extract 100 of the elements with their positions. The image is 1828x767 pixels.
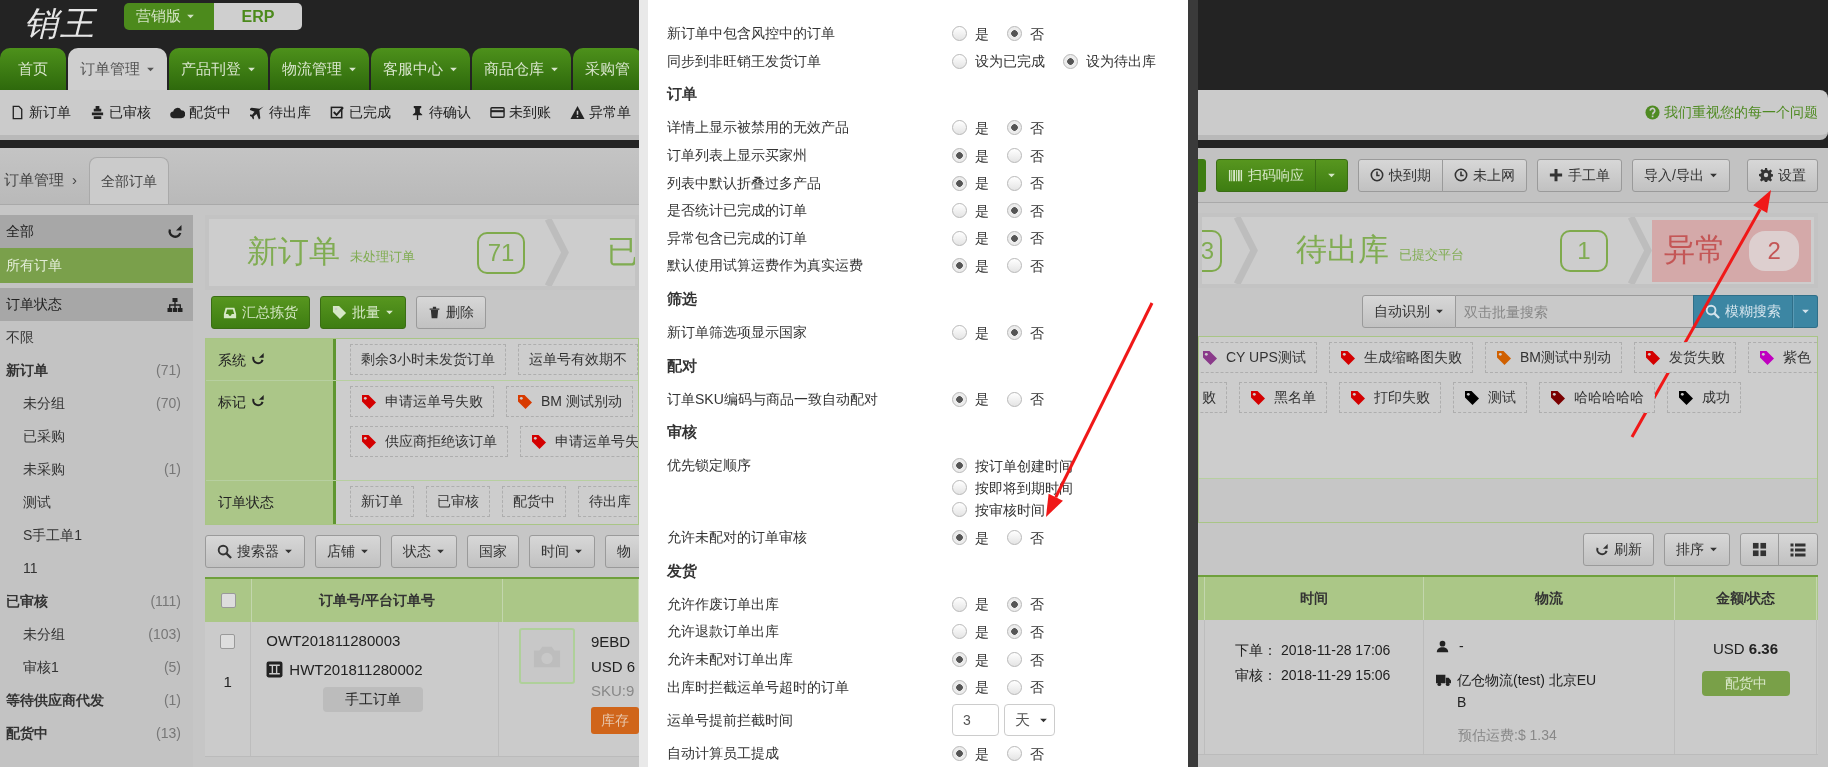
quick-link[interactable]: 已完成 xyxy=(330,102,391,123)
filter-tag[interactable]: 新订单 xyxy=(350,486,414,517)
radio-button[interactable] xyxy=(1007,26,1022,42)
filter-tag[interactable]: 配货中 xyxy=(502,486,566,517)
sidebar-item[interactable]: 配货中 (13) xyxy=(0,717,193,750)
radio-button[interactable] xyxy=(952,652,967,667)
radio-button[interactable] xyxy=(952,391,967,407)
filter-tag[interactable]: CY UPS测试 xyxy=(1199,342,1317,373)
sidebar-item[interactable]: 未分组 (70) xyxy=(0,387,193,420)
radio-button[interactable] xyxy=(952,596,967,612)
search-dropdown-toggle[interactable] xyxy=(1793,295,1818,328)
sidebar-item[interactable]: 不限 xyxy=(0,321,193,354)
radio-button[interactable] xyxy=(1007,258,1022,274)
filter-tag[interactable]: 申请运单号失败 xyxy=(350,386,494,417)
radio-button[interactable] xyxy=(1007,391,1022,407)
radio-button[interactable] xyxy=(1007,230,1022,246)
filter-dropdown[interactable]: 状态 xyxy=(391,535,457,568)
radio-button[interactable] xyxy=(1007,120,1022,136)
radio-button[interactable] xyxy=(952,53,967,69)
filter-tag[interactable]: 打印失败 xyxy=(1339,382,1441,413)
quick-link[interactable]: 待出库 xyxy=(250,102,311,123)
radio-button[interactable] xyxy=(1007,679,1022,695)
radio-button[interactable] xyxy=(1007,746,1022,762)
nav-tab[interactable]: 物流管理 xyxy=(270,48,369,90)
nav-tab[interactable]: 商品仓库 xyxy=(472,48,571,90)
radio-button[interactable] xyxy=(952,230,967,246)
filter-button[interactable]: 物 xyxy=(605,535,639,568)
filter-tag[interactable]: 发货失败 xyxy=(1633,342,1736,373)
radio-button[interactable] xyxy=(952,679,967,695)
radio-button[interactable] xyxy=(952,258,967,274)
import-export-dropdown[interactable]: 导入/导出 xyxy=(1632,158,1730,192)
quick-link[interactable]: 新订单 xyxy=(10,102,71,123)
radio-button[interactable] xyxy=(952,175,967,191)
sidebar-item[interactable]: 已审核 (111) xyxy=(0,585,193,618)
sidebar-item[interactable]: 测试 xyxy=(0,486,193,519)
radio-button[interactable] xyxy=(1007,203,1022,219)
settings-button[interactable]: 设置 xyxy=(1747,158,1818,192)
scan-dropdown-toggle[interactable] xyxy=(1315,158,1348,192)
radio-button[interactable] xyxy=(952,624,967,640)
sidebar-item[interactable]: S手工单1 xyxy=(0,519,193,552)
filter-tag[interactable]: 生成缩略图失败 xyxy=(1328,342,1473,373)
radio-button[interactable] xyxy=(1007,530,1022,546)
radio-button[interactable] xyxy=(1007,175,1022,191)
quick-link[interactable]: 已审核 xyxy=(90,102,151,123)
filter-tag[interactable]: 已审核 xyxy=(426,486,490,517)
sidebar-item[interactable]: 已采购 xyxy=(0,420,193,453)
filter-dropdown[interactable]: 店铺 xyxy=(315,535,381,568)
filter-dropdown[interactable]: 搜索器 xyxy=(205,535,305,568)
filter-tag[interactable]: 运单号有效期不 xyxy=(517,344,638,375)
filter-tag[interactable]: 成功 xyxy=(1667,382,1741,413)
radio-button[interactable] xyxy=(1007,325,1022,341)
filter-tag[interactable]: BM测试中别动 xyxy=(1484,342,1622,373)
filter-tag[interactable]: 哈哈哈哈哈 xyxy=(1539,382,1655,413)
expiring-button[interactable]: 快到期 xyxy=(1358,158,1443,192)
radio-button[interactable] xyxy=(1007,148,1022,164)
radio-button[interactable] xyxy=(1007,652,1022,667)
radio-button[interactable] xyxy=(952,120,967,136)
sidebar-item[interactable]: 未采购 (1) xyxy=(0,453,193,486)
quick-link[interactable]: 配货中 xyxy=(170,102,231,123)
radio-button[interactable] xyxy=(1007,596,1022,612)
filter-dropdown[interactable]: 时间 xyxy=(529,535,595,568)
sidebar-item[interactable]: 审核1 (5) xyxy=(0,651,193,684)
radio-button[interactable] xyxy=(952,746,967,762)
not-online-button[interactable]: 未上网 xyxy=(1442,158,1527,192)
nav-tab[interactable]: 客服中心 xyxy=(371,48,470,90)
quick-link[interactable]: 待确认 xyxy=(410,102,471,123)
filter-tag[interactable]: 测试 xyxy=(1453,382,1527,413)
radio-button[interactable] xyxy=(952,148,967,164)
radio-button[interactable] xyxy=(952,480,967,496)
manual-order-button[interactable]: 手工单 xyxy=(1537,158,1622,192)
filter-button[interactable]: 国家 xyxy=(467,535,519,568)
grid-view-button[interactable] xyxy=(1740,533,1779,566)
dropdown-button[interactable] xyxy=(1198,158,1206,192)
sidebar-item[interactable]: 11 xyxy=(0,552,193,585)
nav-tab[interactable]: 产品刊登 xyxy=(169,48,268,90)
filter-tag[interactable]: BM 测试别动 xyxy=(506,386,633,417)
sort-dropdown[interactable]: 排序 xyxy=(1664,533,1730,566)
unit-select[interactable]: 天 xyxy=(1004,704,1055,737)
radio-button[interactable] xyxy=(952,203,967,219)
nav-tab[interactable]: 订单管理 xyxy=(68,48,167,90)
checkbox[interactable] xyxy=(220,634,236,649)
radio-button[interactable] xyxy=(1063,53,1078,69)
refresh-button[interactable]: 刷新 xyxy=(1583,533,1654,566)
sidebar-item[interactable]: 新订单 (71) xyxy=(0,354,193,387)
list-view-button[interactable] xyxy=(1778,533,1818,566)
checkbox[interactable] xyxy=(220,593,236,608)
radio-button[interactable] xyxy=(952,26,967,42)
sidebar-item[interactable]: 未分组 (103) xyxy=(0,618,193,651)
filter-tag[interactable]: 败 xyxy=(1199,382,1227,413)
quick-link[interactable]: 异常单 xyxy=(570,102,631,123)
radio-button[interactable] xyxy=(952,530,967,546)
quick-link[interactable]: 未到账 xyxy=(490,102,551,123)
filter-tag[interactable]: 紫色 xyxy=(1747,342,1817,373)
filter-tag[interactable]: 剩余3小时未发货订单 xyxy=(350,344,506,375)
radio-button[interactable] xyxy=(1007,624,1022,640)
sidebar-item[interactable]: 等待供应商代发 (1) xyxy=(0,684,193,717)
breadcrumb-tab[interactable]: 全部订单 xyxy=(89,157,169,204)
delete-button[interactable]: 删除 xyxy=(416,296,486,329)
radio-button[interactable] xyxy=(952,502,967,518)
nav-tab[interactable]: 采购管 xyxy=(573,48,639,90)
